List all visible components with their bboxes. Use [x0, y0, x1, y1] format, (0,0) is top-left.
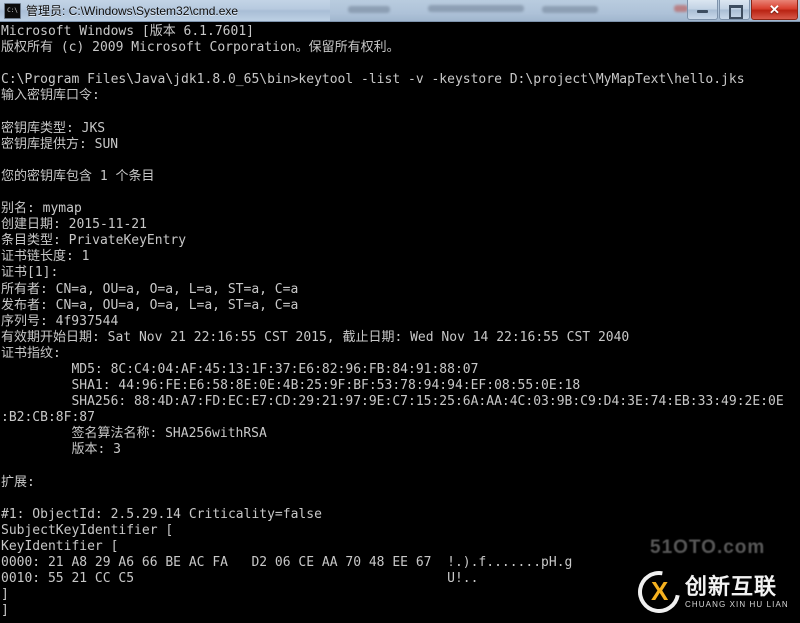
- maximize-icon: [729, 5, 743, 19]
- console-line: SHA256: 88:4D:A7:FD:EC:E7:CD:29:21:97:9E…: [1, 394, 784, 410]
- console-text-area: Microsoft Windows [版本 6.1.7601] 版权所有 (c) …: [0, 24, 800, 623]
- console-line: 创建日期: 2015-11-21: [1, 217, 147, 233]
- console-line: Microsoft Windows [版本 6.1.7601]: [1, 24, 254, 39]
- console-line: 证书链长度: 1: [1, 249, 90, 265]
- console-line: #1: ObjectId: 2.5.29.14 Criticality=fals…: [1, 506, 322, 522]
- console-line: 密钥库类型: JKS: [1, 120, 106, 136]
- console-line: ]: [1, 587, 9, 603]
- console-line: ]: [1, 603, 9, 619]
- cmd-window: C:\ 管理员: C:\Windows\System32\cmd.exe ✕ M…: [0, 0, 800, 623]
- maximize-button[interactable]: [719, 0, 750, 20]
- console-line: 所有者: CN=a, OU=a, O=a, L=a, ST=a, C=a: [1, 281, 299, 297]
- console-line: 您的密钥库包含 1 个条目: [1, 168, 155, 184]
- window-titlebar[interactable]: C:\ 管理员: C:\Windows\System32\cmd.exe ✕: [0, 0, 800, 22]
- minimize-icon: [697, 10, 708, 13]
- console-line: 版本: 3: [1, 442, 121, 458]
- console-line: 输入密钥库口令:: [1, 88, 100, 104]
- console-line: C:\Program Files\Java\jdk1.8.0_65\bin>ke…: [1, 72, 745, 88]
- console-line: 发布者: CN=a, OU=a, O=a, L=a, ST=a, C=a: [1, 297, 299, 313]
- minimize-button[interactable]: [687, 0, 718, 20]
- console-line: 扩展:: [1, 474, 43, 490]
- console-line: 证书指纹:: [1, 345, 61, 361]
- console-line: SHA1: 44:96:FE:E6:58:8E:0E:4B:25:9F:BF:5…: [1, 378, 581, 394]
- cmd-icon[interactable]: C:\: [4, 2, 21, 19]
- console-line: MD5: 8C:C4:04:AF:45:13:1F:37:E6:82:96:FB…: [1, 361, 479, 377]
- console-line: 序列号: 4f937544: [1, 313, 119, 329]
- console-output[interactable]: Microsoft Windows [版本 6.1.7601] 版权所有 (c) …: [0, 22, 800, 623]
- close-button[interactable]: ✕: [751, 0, 798, 20]
- console-line: 0010: 55 21 CC C5 U!..: [1, 571, 479, 587]
- console-line: :B2:CB:8F:87: [1, 410, 95, 426]
- console-line: 签名算法名称: SHA256withRSA: [1, 426, 267, 442]
- console-line: 证书[1]:: [1, 265, 59, 281]
- console-line: KeyIdentifier [: [1, 539, 119, 554]
- console-line: 有效期开始日期: Sat Nov 21 22:16:55 CST 2015, 截…: [1, 329, 630, 345]
- console-line: 密钥库提供方: SUN: [1, 136, 119, 152]
- console-line: 版权所有 (c) 2009 Microsoft Corporation。保留所有…: [1, 40, 400, 56]
- console-line: 0000: 21 A8 29 A6 66 BE AC FA D2 06 CE A…: [1, 555, 573, 571]
- console-line: 条目类型: PrivateKeyEntry: [1, 233, 187, 249]
- window-controls: ✕: [686, 0, 798, 20]
- close-icon: ✕: [769, 2, 780, 17]
- console-line: SubjectKeyIdentifier [: [1, 522, 174, 538]
- window-title: 管理员: C:\Windows\System32\cmd.exe: [26, 4, 239, 18]
- console-line: 别名: mymap: [1, 201, 82, 217]
